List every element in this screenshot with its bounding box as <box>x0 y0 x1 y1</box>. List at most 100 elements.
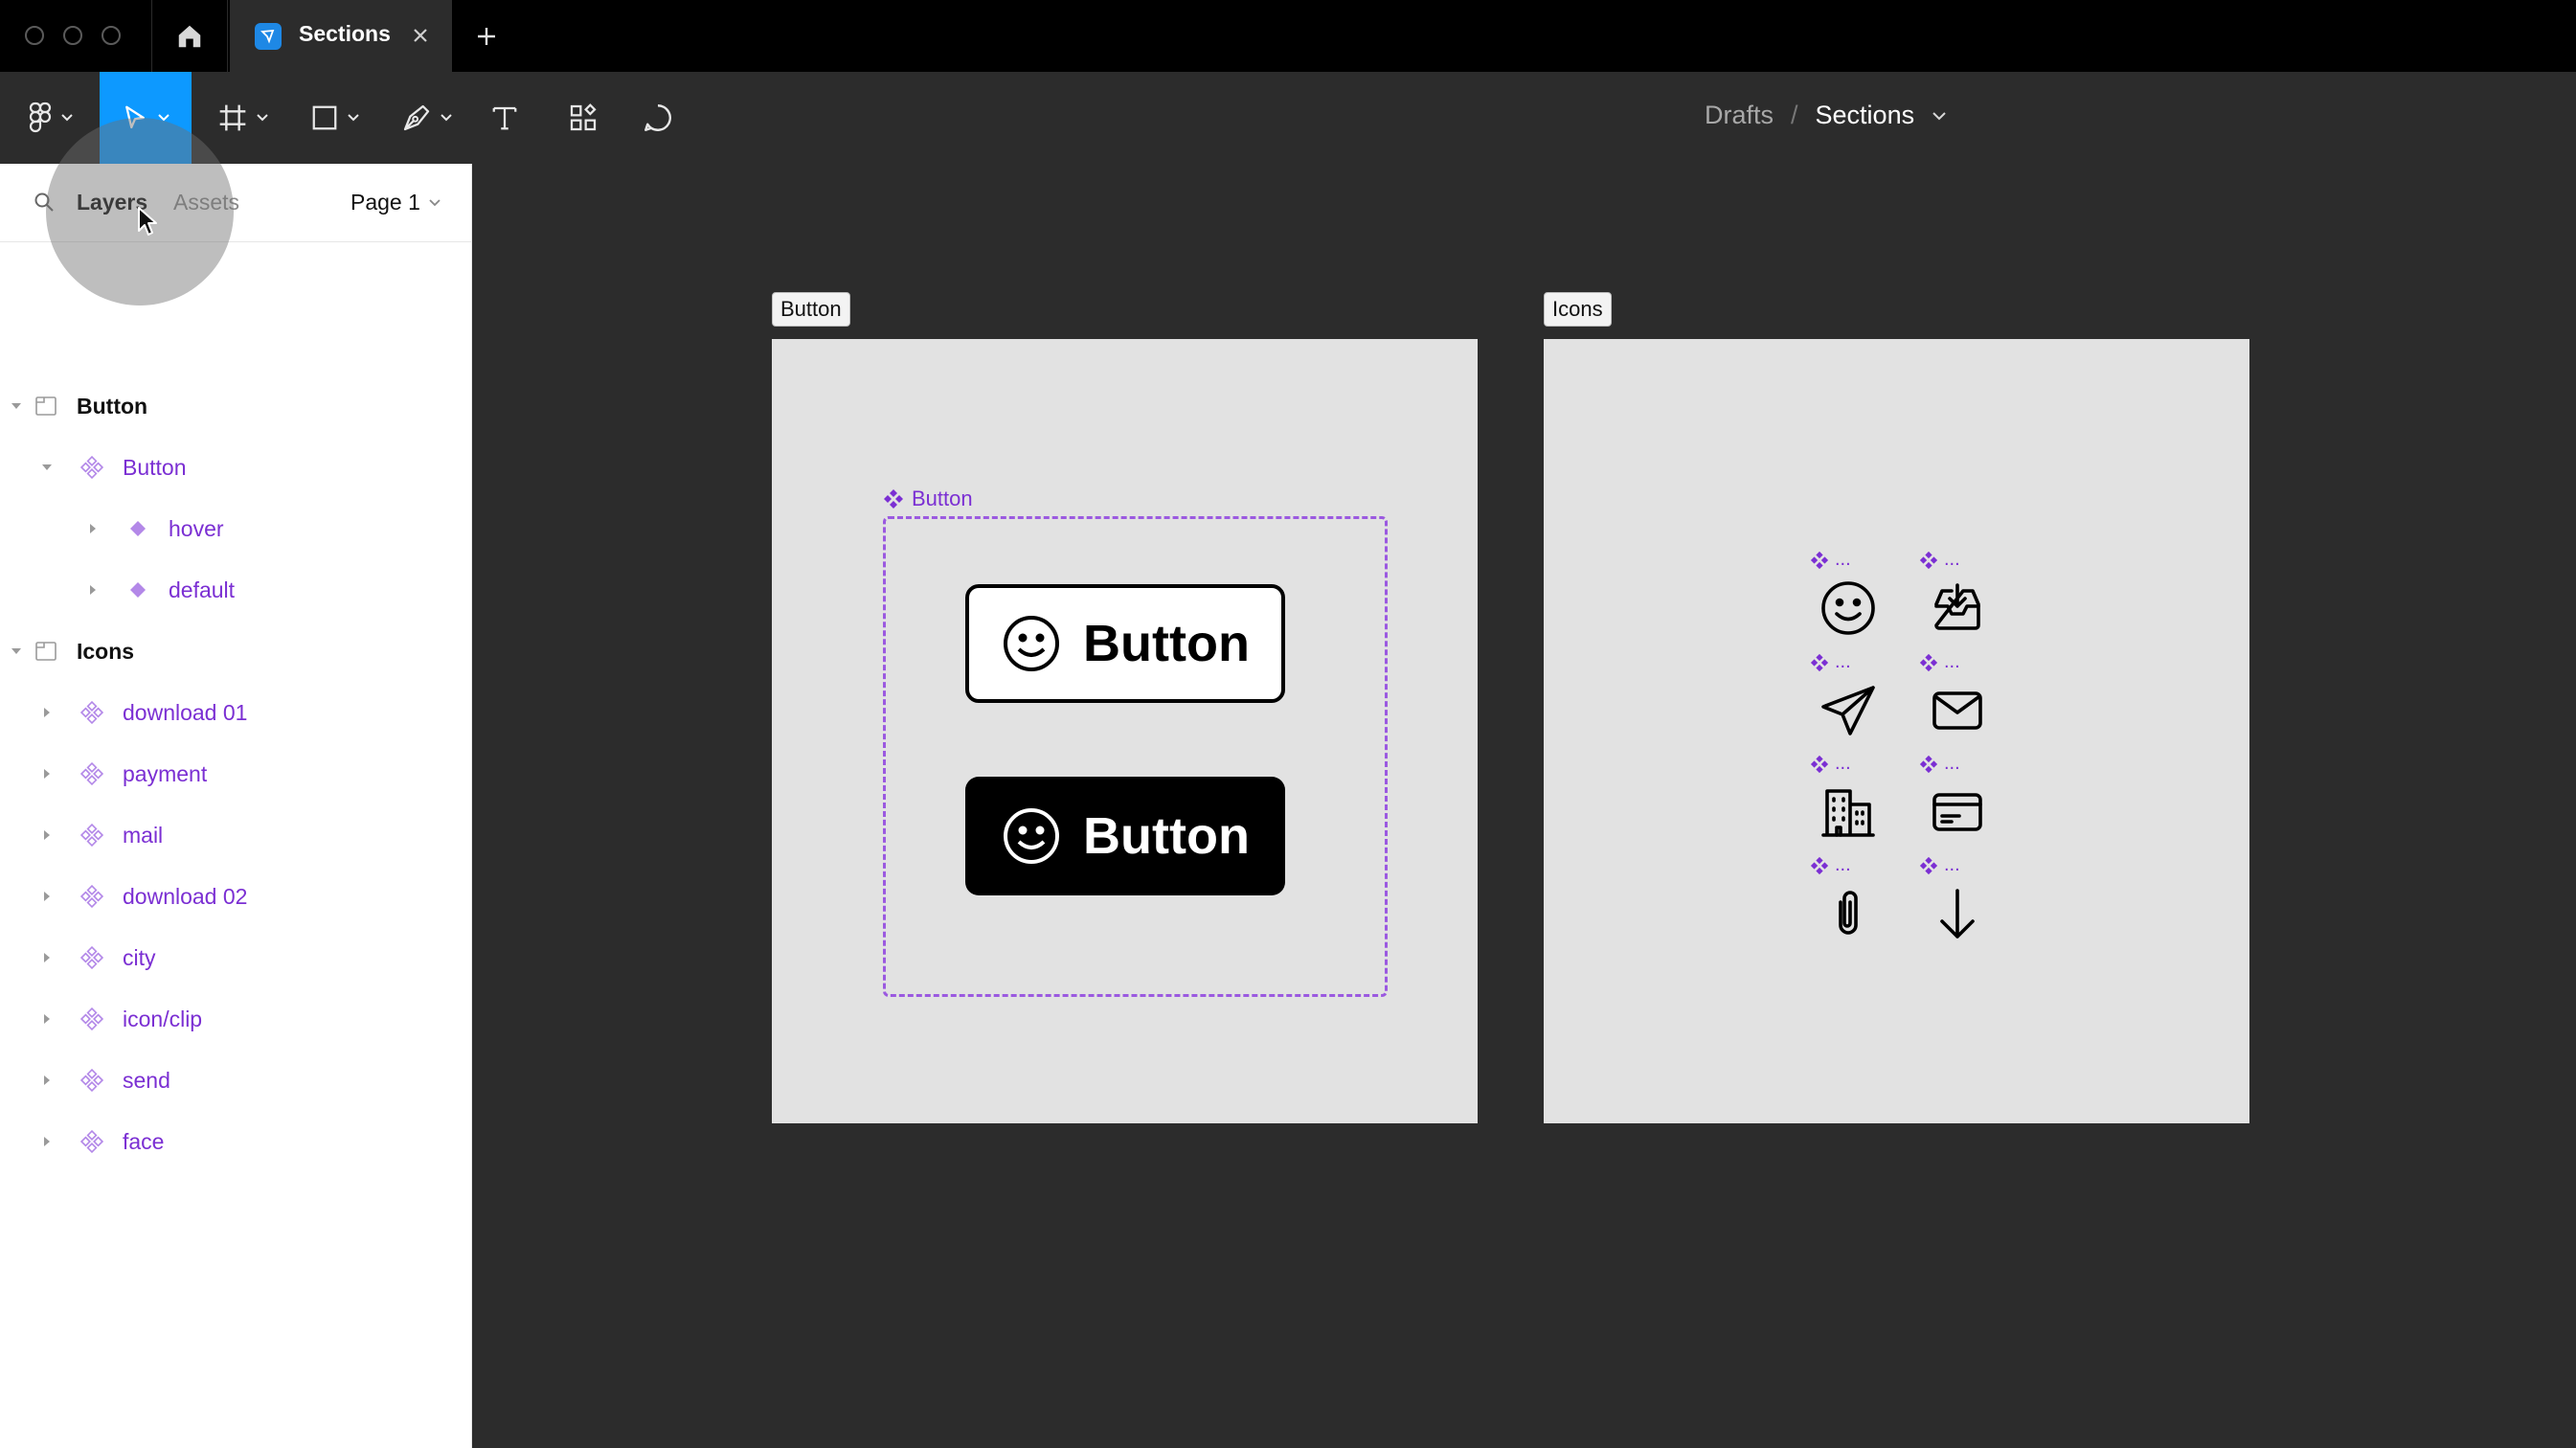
layer-row-button[interactable]: Button <box>0 375 472 437</box>
button-variant-light[interactable]: Button <box>965 584 1285 703</box>
icon-instance-label: ... <box>1810 651 1851 673</box>
chevron-down-icon <box>441 114 452 122</box>
pen-tool-button[interactable] <box>391 72 463 164</box>
caret-right-icon[interactable] <box>40 828 54 842</box>
shape-tool-button[interactable] <box>299 72 372 164</box>
caret-right-icon[interactable] <box>40 706 54 719</box>
window-maximize-dot[interactable] <box>102 26 121 45</box>
layer-row-payment[interactable]: payment <box>0 743 472 804</box>
close-tab-button[interactable] <box>406 21 435 50</box>
send-icon <box>1818 680 1879 741</box>
icon-instance-tag-text: ... <box>1944 651 1960 672</box>
icon-instance-label: ... <box>1919 549 1960 571</box>
layer-row-default[interactable]: default <box>0 559 472 621</box>
layer-row-icon-clip[interactable]: icon/clip <box>0 988 472 1050</box>
button-variant-dark[interactable]: Button <box>965 777 1285 895</box>
icon-instance-label: ... <box>1810 854 1851 876</box>
caret-down-icon[interactable] <box>40 461 54 474</box>
layer-row-mail[interactable]: mail <box>0 804 472 866</box>
section-label-icons[interactable]: Icons <box>1544 292 1612 327</box>
icon-instance-tag-text: ... <box>1944 854 1960 875</box>
breadcrumb-file[interactable]: Sections <box>1816 101 1915 130</box>
caret-right-icon[interactable] <box>40 1074 54 1087</box>
page-selector[interactable]: Page 1 <box>350 190 441 215</box>
caret-right-icon[interactable] <box>40 951 54 964</box>
layer-row-download-02[interactable]: download 02 <box>0 866 472 927</box>
icon-instance[interactable]: ... <box>1810 549 1887 650</box>
layer-row-icons[interactable]: Icons <box>0 621 472 682</box>
chevron-down-icon <box>257 114 268 122</box>
breadcrumb: Drafts / Sections <box>1705 101 1947 130</box>
component-set-label[interactable]: Button <box>883 486 973 511</box>
resources-icon <box>570 103 597 131</box>
layer-row-download-01[interactable]: download 01 <box>0 682 472 743</box>
comment-tool-button[interactable] <box>634 72 682 164</box>
caret-down-icon[interactable] <box>10 645 23 658</box>
component-icon <box>80 701 103 724</box>
layer-row-send[interactable]: send <box>0 1050 472 1111</box>
layer-row-city[interactable]: city <box>0 927 472 988</box>
caret-down-icon[interactable] <box>10 399 23 413</box>
move-tool-button[interactable] <box>100 72 192 164</box>
component-icon <box>80 824 103 847</box>
tab-assets[interactable]: Assets <box>173 190 239 215</box>
layer-label: Button <box>77 394 148 419</box>
component-icon <box>1919 551 1938 569</box>
chevron-down-icon[interactable] <box>1932 111 1947 121</box>
component-icon <box>1919 755 1938 773</box>
icon-instance-label: ... <box>1919 854 1960 876</box>
tab-sections[interactable]: Sections <box>230 0 452 72</box>
icon-instance[interactable]: ... <box>1810 854 1887 956</box>
icon-instance-label: ... <box>1919 753 1960 775</box>
component-icon <box>80 1069 103 1092</box>
layer-row-button[interactable]: Button <box>0 437 472 498</box>
icon-instance[interactable]: ... <box>1810 753 1887 854</box>
breadcrumb-folder[interactable]: Drafts <box>1705 101 1774 130</box>
figma-file-icon <box>255 23 282 50</box>
caret-right-icon[interactable] <box>40 1012 54 1026</box>
window-minimize-dot[interactable] <box>63 26 82 45</box>
close-icon <box>414 29 427 42</box>
layer-label: Button <box>123 455 187 480</box>
caret-right-icon[interactable] <box>40 890 54 903</box>
resources-tool-button[interactable] <box>559 72 607 164</box>
component-icon <box>1810 755 1829 773</box>
icon-instance[interactable]: ... <box>1919 753 1996 854</box>
tab-title: Sections <box>299 21 391 46</box>
icon-instance[interactable]: ... <box>1810 651 1887 753</box>
home-button[interactable] <box>151 0 228 72</box>
layer-row-hover[interactable]: hover <box>0 498 472 559</box>
icon-instance[interactable]: ... <box>1919 549 1996 650</box>
component-icon <box>80 946 103 969</box>
icon-instance[interactable]: ... <box>1919 651 1996 753</box>
clip-icon <box>1818 883 1879 944</box>
rectangle-icon <box>312 105 337 130</box>
icon-instance[interactable]: ... <box>1919 854 1996 956</box>
window-close-dot[interactable] <box>25 26 44 45</box>
caret-right-icon[interactable] <box>86 583 100 597</box>
component-icon <box>884 489 903 509</box>
breadcrumb-separator: / <box>1791 101 1798 129</box>
icon-instance-tag-text: ... <box>1835 753 1851 774</box>
frame-tool-button[interactable] <box>207 72 280 164</box>
new-tab-button[interactable] <box>469 19 504 54</box>
frame-icon <box>219 104 246 131</box>
icon-instance-tag-text: ... <box>1944 549 1960 570</box>
layer-label: send <box>123 1068 170 1093</box>
icon-instance-tag-text: ... <box>1835 854 1851 875</box>
section-icons[interactable] <box>1544 339 2249 1123</box>
component-icon <box>1810 856 1829 874</box>
layer-row-face[interactable]: face <box>0 1111 472 1172</box>
section-label-button[interactable]: Button <box>772 292 850 327</box>
main-menu-button[interactable] <box>17 72 84 164</box>
component-icon <box>80 1007 103 1030</box>
layer-label: payment <box>123 761 208 786</box>
chevron-down-icon <box>429 198 441 206</box>
caret-right-icon[interactable] <box>86 522 100 535</box>
search-icon[interactable] <box>33 191 56 214</box>
caret-right-icon[interactable] <box>40 1135 54 1148</box>
component-icon <box>1810 551 1829 569</box>
caret-right-icon[interactable] <box>40 767 54 781</box>
layer-label: download 02 <box>123 884 248 909</box>
text-tool-button[interactable] <box>483 72 527 164</box>
